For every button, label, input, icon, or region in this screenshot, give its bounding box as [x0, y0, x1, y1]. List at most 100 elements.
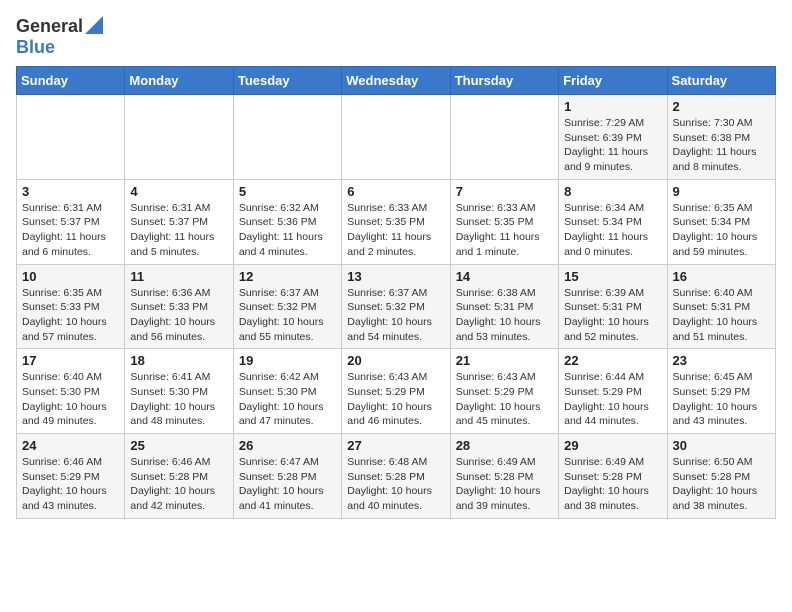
day-info: Sunrise: 6:46 AM Sunset: 5:29 PM Dayligh…	[22, 455, 119, 514]
calendar-cell	[17, 95, 125, 180]
calendar-cell: 5Sunrise: 6:32 AM Sunset: 5:36 PM Daylig…	[233, 179, 341, 264]
day-number: 21	[456, 353, 553, 368]
calendar-header: SundayMondayTuesdayWednesdayThursdayFrid…	[17, 67, 776, 95]
calendar-cell: 22Sunrise: 6:44 AM Sunset: 5:29 PM Dayli…	[559, 349, 667, 434]
calendar-cell	[342, 95, 450, 180]
day-number: 3	[22, 184, 119, 199]
calendar-cell: 26 Sunrise: 6:47 AM Sunset: 5:28 PM Dayli…	[233, 434, 341, 519]
day-info: Sunrise: 6:48 AM Sunset: 5:28 PM Dayligh…	[347, 455, 444, 514]
day-info: Sunrise: 7:29 AM Sunset: 6:39 PM Dayligh…	[564, 116, 661, 175]
day-info: Sunrise: 7:30 AM Sunset: 6:38 PM Dayligh…	[673, 116, 770, 175]
day-info: Sunrise: 6:46 AM Sunset: 5:28 PM Dayligh…	[130, 455, 227, 514]
day-number: 10	[22, 269, 119, 284]
header-day-thursday: Thursday	[450, 67, 558, 95]
day-number: 15	[564, 269, 661, 284]
day-info: Sunrise: 6:34 AM Sunset: 5:34 PM Dayligh…	[564, 201, 661, 260]
calendar-cell: 6 Sunrise: 6:33 AM Sunset: 5:35 PM Daylig…	[342, 179, 450, 264]
day-info: Sunrise: 6:37 AM Sunset: 5:32 PM Dayligh…	[239, 286, 336, 345]
logo-triangle-icon	[85, 16, 103, 34]
calendar-cell: 2 Sunrise: 7:30 AM Sunset: 6:38 PM Daylig…	[667, 95, 775, 180]
day-number: 19	[239, 353, 336, 368]
calendar-cell: 29 Sunrise: 6:49 AM Sunset: 5:28 PM Dayli…	[559, 434, 667, 519]
week-row-4: 17Sunrise: 6:40 AM Sunset: 5:30 PM Dayli…	[17, 349, 776, 434]
calendar-cell: 30Sunrise: 6:50 AM Sunset: 5:28 PM Dayli…	[667, 434, 775, 519]
day-number: 16	[673, 269, 770, 284]
day-info: Sunrise: 6:31 AM Sunset: 5:37 PM Dayligh…	[130, 201, 227, 260]
week-row-1: 1 Sunrise: 7:29 AM Sunset: 6:39 PM Daylig…	[17, 95, 776, 180]
day-number: 14	[456, 269, 553, 284]
week-row-2: 3 Sunrise: 6:31 AM Sunset: 5:37 PM Daylig…	[17, 179, 776, 264]
day-info: Sunrise: 6:49 AM Sunset: 5:28 PM Dayligh…	[564, 455, 661, 514]
page-header: General Blue	[16, 16, 776, 58]
day-info: Sunrise: 6:35 AM Sunset: 5:33 PM Dayligh…	[22, 286, 119, 345]
day-number: 24	[22, 438, 119, 453]
calendar-cell: 14Sunrise: 6:38 AM Sunset: 5:31 PM Dayli…	[450, 264, 558, 349]
day-number: 6	[347, 184, 444, 199]
calendar-cell: 11 Sunrise: 6:36 AM Sunset: 5:33 PM Dayli…	[125, 264, 233, 349]
day-number: 7	[456, 184, 553, 199]
day-number: 4	[130, 184, 227, 199]
calendar-cell: 16 Sunrise: 6:40 AM Sunset: 5:31 PM Dayli…	[667, 264, 775, 349]
calendar-cell: 23Sunrise: 6:45 AM Sunset: 5:29 PM Dayli…	[667, 349, 775, 434]
header-day-tuesday: Tuesday	[233, 67, 341, 95]
day-number: 22	[564, 353, 661, 368]
calendar-cell: 9Sunrise: 6:35 AM Sunset: 5:34 PM Daylig…	[667, 179, 775, 264]
day-info: Sunrise: 6:39 AM Sunset: 5:31 PM Dayligh…	[564, 286, 661, 345]
day-info: Sunrise: 6:31 AM Sunset: 5:37 PM Dayligh…	[22, 201, 119, 260]
day-info: Sunrise: 6:40 AM Sunset: 5:30 PM Dayligh…	[22, 370, 119, 429]
header-day-monday: Monday	[125, 67, 233, 95]
day-info: Sunrise: 6:42 AM Sunset: 5:30 PM Dayligh…	[239, 370, 336, 429]
day-number: 8	[564, 184, 661, 199]
calendar-cell: 4 Sunrise: 6:31 AM Sunset: 5:37 PM Daylig…	[125, 179, 233, 264]
day-number: 13	[347, 269, 444, 284]
logo-blue-text: Blue	[16, 37, 55, 57]
calendar-cell	[233, 95, 341, 180]
calendar-cell: 28 Sunrise: 6:49 AM Sunset: 5:28 PM Dayli…	[450, 434, 558, 519]
calendar-cell: 21 Sunrise: 6:43 AM Sunset: 5:29 PM Dayli…	[450, 349, 558, 434]
logo: General Blue	[16, 16, 103, 58]
calendar-cell: 8 Sunrise: 6:34 AM Sunset: 5:34 PM Daylig…	[559, 179, 667, 264]
calendar-cell: 27Sunrise: 6:48 AM Sunset: 5:28 PM Dayli…	[342, 434, 450, 519]
day-number: 30	[673, 438, 770, 453]
day-info: Sunrise: 6:43 AM Sunset: 5:29 PM Dayligh…	[456, 370, 553, 429]
day-info: Sunrise: 6:49 AM Sunset: 5:28 PM Dayligh…	[456, 455, 553, 514]
week-row-3: 10 Sunrise: 6:35 AM Sunset: 5:33 PM Dayli…	[17, 264, 776, 349]
day-info: Sunrise: 6:33 AM Sunset: 5:35 PM Dayligh…	[456, 201, 553, 260]
day-number: 29	[564, 438, 661, 453]
day-number: 12	[239, 269, 336, 284]
calendar-cell	[125, 95, 233, 180]
day-info: Sunrise: 6:41 AM Sunset: 5:30 PM Dayligh…	[130, 370, 227, 429]
day-info: Sunrise: 6:47 AM Sunset: 5:28 PM Dayligh…	[239, 455, 336, 514]
header-day-wednesday: Wednesday	[342, 67, 450, 95]
day-number: 9	[673, 184, 770, 199]
calendar-cell	[450, 95, 558, 180]
calendar-cell: 12 Sunrise: 6:37 AM Sunset: 5:32 PM Dayli…	[233, 264, 341, 349]
calendar-cell: 18 Sunrise: 6:41 AM Sunset: 5:30 PM Dayli…	[125, 349, 233, 434]
day-number: 11	[130, 269, 227, 284]
day-info: Sunrise: 6:36 AM Sunset: 5:33 PM Dayligh…	[130, 286, 227, 345]
day-info: Sunrise: 6:37 AM Sunset: 5:32 PM Dayligh…	[347, 286, 444, 345]
day-info: Sunrise: 6:40 AM Sunset: 5:31 PM Dayligh…	[673, 286, 770, 345]
day-info: Sunrise: 6:32 AM Sunset: 5:36 PM Dayligh…	[239, 201, 336, 260]
day-info: Sunrise: 6:33 AM Sunset: 5:35 PM Dayligh…	[347, 201, 444, 260]
day-number: 1	[564, 99, 661, 114]
week-row-5: 24 Sunrise: 6:46 AM Sunset: 5:29 PM Dayli…	[17, 434, 776, 519]
header-day-friday: Friday	[559, 67, 667, 95]
day-number: 18	[130, 353, 227, 368]
header-day-saturday: Saturday	[667, 67, 775, 95]
calendar-cell: 15 Sunrise: 6:39 AM Sunset: 5:31 PM Dayli…	[559, 264, 667, 349]
calendar-cell: 3 Sunrise: 6:31 AM Sunset: 5:37 PM Daylig…	[17, 179, 125, 264]
day-number: 28	[456, 438, 553, 453]
calendar-cell: 10 Sunrise: 6:35 AM Sunset: 5:33 PM Dayli…	[17, 264, 125, 349]
calendar-cell: 25Sunrise: 6:46 AM Sunset: 5:28 PM Dayli…	[125, 434, 233, 519]
calendar-cell: 20Sunrise: 6:43 AM Sunset: 5:29 PM Dayli…	[342, 349, 450, 434]
day-number: 2	[673, 99, 770, 114]
calendar-cell: 17Sunrise: 6:40 AM Sunset: 5:30 PM Dayli…	[17, 349, 125, 434]
day-number: 26	[239, 438, 336, 453]
logo-general-text: General	[16, 16, 83, 37]
calendar-cell: 7 Sunrise: 6:33 AM Sunset: 5:35 PM Daylig…	[450, 179, 558, 264]
header-day-sunday: Sunday	[17, 67, 125, 95]
calendar-cell: 13 Sunrise: 6:37 AM Sunset: 5:32 PM Dayli…	[342, 264, 450, 349]
day-info: Sunrise: 6:45 AM Sunset: 5:29 PM Dayligh…	[673, 370, 770, 429]
calendar-table: SundayMondayTuesdayWednesdayThursdayFrid…	[16, 66, 776, 519]
